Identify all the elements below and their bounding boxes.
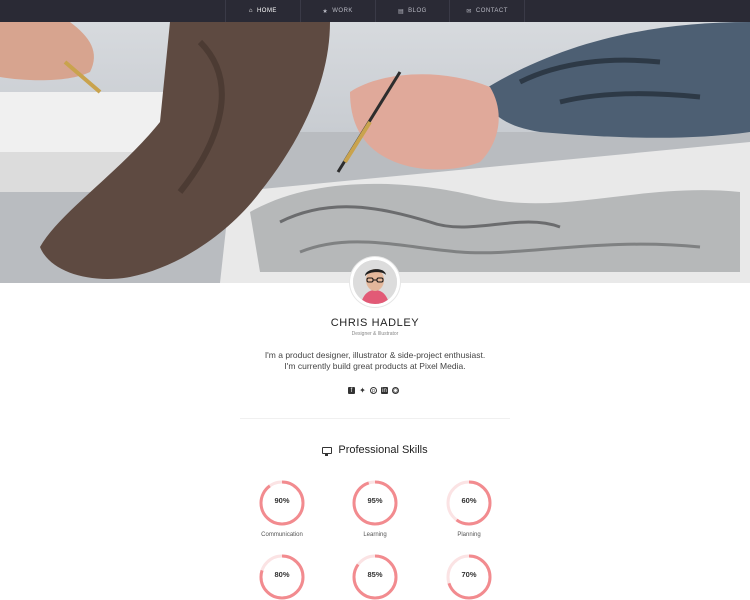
profile-avatar [350,257,400,307]
skill-percent: 85% [367,570,383,579]
nav-label-blog: Blog [408,8,427,14]
twitter-icon[interactable]: ✦ [359,386,366,395]
github-icon[interactable]: ◉ [392,387,399,394]
nav-item-blog[interactable]: ▤ Blog [374,0,450,22]
monitor-icon [322,446,333,456]
skill-item: 70% [439,552,499,600]
nav-label-home: Home [256,8,277,14]
skill-percent: 60% [461,496,477,505]
skill-label: Communication [261,532,303,538]
social-links: f ✦ p in ◉ [348,386,408,396]
pinterest-icon[interactable]: p [370,387,377,394]
nav-item-contact[interactable]: ✉ Contact [449,0,525,22]
linkedin-icon[interactable]: in [381,387,388,394]
hero-image [0,22,750,283]
nav-menu: ⌂ Home ★ Work ▤ Blog ✉ Contact [225,0,525,22]
skill-percent: 90% [274,496,290,505]
skills-heading: Professional Skills [0,444,750,456]
bio-line-2: I'm currently build great products at Pi… [284,361,466,371]
skill-label: Planning [457,532,481,538]
skill-percent: 95% [367,496,383,505]
skill-percent: 70% [461,570,477,579]
nav-item-home[interactable]: ⌂ Home [225,0,300,22]
skill-label: Learning [363,532,387,538]
nav-item-work[interactable]: ★ Work [299,0,375,22]
profile-name: CHRIS HADLEY [330,317,420,329]
skill-item: 95% Learning [345,478,405,538]
nav-label-contact: Contact [475,8,508,14]
skill-item: 85% [345,552,405,600]
bio-line-1: I'm a product designer, illustrator & si… [264,350,486,360]
section-divider [240,418,510,419]
skills-title-text: Professional Skills [338,444,428,456]
nav-label-work: Work [332,8,353,14]
skill-item: 80% [252,552,312,600]
facebook-icon[interactable]: f [348,387,355,394]
mail-icon: ✉ [466,8,472,15]
home-icon: ⌂ [248,8,253,14]
book-icon: ▤ [397,8,405,15]
profile-role: Designer & Illustrator [351,331,399,337]
profile-bio: I'm a product designer, illustrator & si… [0,350,750,372]
skill-percent: 80% [274,570,290,579]
skill-item: 60% Planning [439,478,499,538]
star-icon: ★ [322,8,329,15]
avatar-photo [353,260,397,304]
top-navigation: ⌂ Home ★ Work ▤ Blog ✉ Contact [0,0,750,22]
skill-item: 90% Communication [252,478,312,538]
